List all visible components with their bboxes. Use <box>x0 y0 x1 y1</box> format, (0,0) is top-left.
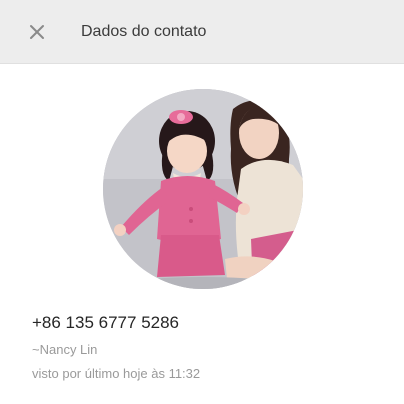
panel-header: Dados do contato <box>0 0 404 64</box>
contact-phone-number: +86 135 6777 5286 <box>32 313 180 332</box>
contact-last-seen: visto por último hoje às 11:32 <box>32 366 201 381</box>
contact-push-name: ~Nancy Lin <box>32 342 98 357</box>
contact-info-panel: Dados do contato +86 135 6777 5286 ~Nanc… <box>0 0 404 404</box>
panel-title: Dados do contato <box>81 23 207 40</box>
close-button[interactable] <box>22 17 52 47</box>
contact-avatar[interactable] <box>103 89 303 289</box>
close-icon <box>30 25 44 39</box>
avatar-photo <box>103 89 303 289</box>
